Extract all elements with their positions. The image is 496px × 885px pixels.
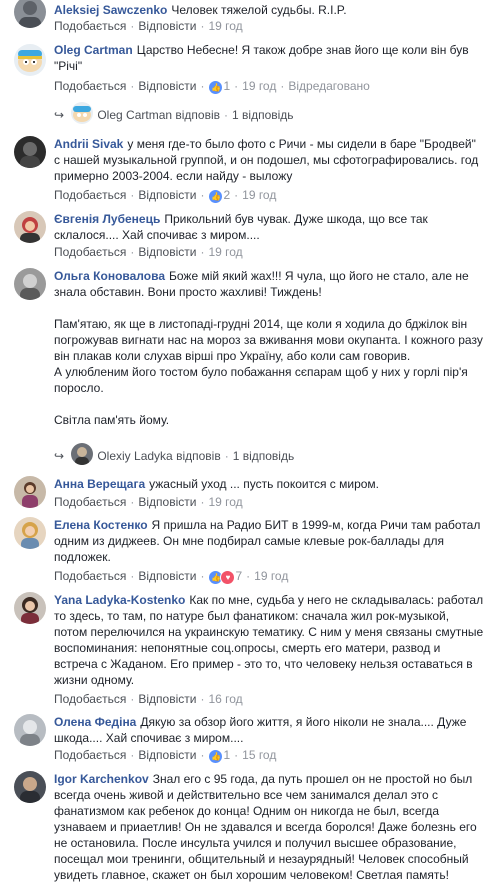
comment-actions: Подобається · Відповісти · 👍 1 · 15 год: [54, 748, 277, 764]
like-button[interactable]: Подобається: [54, 569, 126, 583]
avatar[interactable]: [14, 592, 46, 624]
replies-toggle[interactable]: ↪ Olexiy Ladyka відповів · 1 відповідь: [54, 438, 295, 465]
comment-body: Елена Костенко Я пришла на Радио БИТ в 19…: [54, 517, 484, 565]
comment-text: ужасный уход ... пусть покоится с миром.: [149, 477, 380, 491]
avatar[interactable]: [14, 136, 46, 168]
reply-button[interactable]: Відповісти: [138, 748, 196, 762]
comment-body: Анна Верещага ужасный уход ... пусть поко…: [54, 476, 484, 492]
comment-author[interactable]: Oleg Cartman: [54, 43, 133, 57]
comment-time[interactable]: 19 год: [254, 569, 288, 583]
replied-label: відповів: [176, 449, 221, 463]
reply-button[interactable]: Відповісти: [138, 79, 196, 93]
reply-button[interactable]: Відповісти: [138, 692, 196, 706]
comment-author[interactable]: Анна Верещага: [54, 477, 145, 491]
avatar: [71, 102, 94, 124]
comment-actions: Подобається · Відповісти · 19 год: [54, 19, 243, 33]
reaction-count[interactable]: 2: [223, 188, 230, 202]
reaction-count[interactable]: 1: [223, 748, 230, 762]
comment-paragraph: А улюбленим його тостом було побажання с…: [54, 365, 468, 395]
comment-time[interactable]: 16 год: [208, 692, 242, 706]
avatar: [71, 443, 94, 465]
reply-author[interactable]: Olexiy Ladyka: [97, 449, 172, 463]
like-reaction-icon: 👍: [208, 748, 224, 764]
comment-author[interactable]: Олена Федіна: [54, 715, 136, 729]
comment-time[interactable]: 19 год: [208, 19, 242, 33]
comment-body: Yana Ladyka-Kostenko Как по мне, судьба у…: [54, 592, 484, 688]
avatar[interactable]: [14, 714, 46, 746]
replies-toggle[interactable]: ↪ Oleg Cartman відповів · 1 відповідь: [54, 97, 294, 124]
reactions[interactable]: 👍: [208, 748, 224, 764]
comment-body: Andrii Sivak у меня где-то было фото с Ри…: [54, 136, 484, 184]
comment-actions: Подобається · Відповісти · 👍 ♥ 7 · 19 год: [54, 569, 289, 585]
like-button[interactable]: Подобається: [54, 748, 126, 762]
comment-time[interactable]: 19 год: [208, 495, 242, 509]
like-reaction-icon: 👍: [208, 79, 224, 95]
like-button[interactable]: Подобається: [54, 19, 126, 33]
avatar[interactable]: [14, 211, 46, 243]
comment-author[interactable]: Елена Костенко: [54, 518, 148, 532]
avatar[interactable]: [14, 268, 46, 300]
comment-text: Как по мне, судьба у него не складывалас…: [54, 593, 484, 687]
comment-body: Олена Федіна Дякую за обзор його життя, я…: [54, 714, 484, 746]
reply-button[interactable]: Відповісти: [138, 188, 196, 202]
reply-count[interactable]: 1 відповідь: [232, 108, 294, 122]
comment-actions: Подобається · Відповісти · 19 год: [54, 245, 243, 259]
comment-author[interactable]: Igor Karchenkov: [54, 772, 149, 786]
reaction-count[interactable]: 7: [235, 569, 242, 583]
comment-author[interactable]: Andrii Sivak: [54, 137, 123, 151]
comment-time[interactable]: 19 год: [208, 245, 242, 259]
love-reaction-icon: ♥: [220, 569, 236, 585]
comment-time[interactable]: 19 год: [242, 79, 276, 93]
avatar[interactable]: [14, 0, 46, 28]
comment-body: Oleg Cartman Царство Небесне! Я також доб…: [54, 42, 484, 74]
avatar[interactable]: [14, 44, 46, 76]
reply-author[interactable]: Oleg Cartman: [97, 108, 172, 122]
comment-body: Ольга Коновалова Боже мій який жах!!! Я ч…: [54, 268, 484, 428]
avatar[interactable]: [14, 476, 46, 508]
like-button[interactable]: Подобається: [54, 79, 126, 93]
like-button[interactable]: Подобається: [54, 188, 126, 202]
reply-button[interactable]: Відповісти: [138, 495, 196, 509]
comment-actions: Подобається · Відповісти · 👍 1 · 19 год · Відреда…: [54, 79, 370, 95]
reply-count[interactable]: 1 відповідь: [233, 449, 295, 463]
like-button[interactable]: Подобається: [54, 692, 126, 706]
comment-actions: Подобається · Відповісти · 16 год: [54, 692, 243, 706]
comment-author[interactable]: Aleksiej Sawczenko: [54, 3, 167, 17]
comment-author[interactable]: Ольга Коновалова: [54, 269, 165, 283]
reactions[interactable]: 👍: [208, 79, 224, 95]
comment-paragraph: Пам'ятаю, як ще в листопаді-грудні 2014,…: [54, 317, 483, 363]
comment-text: Знал его с 95 года, да путь прошел он не…: [54, 772, 477, 882]
reaction-count[interactable]: 1: [223, 79, 230, 93]
reply-arrow-icon: ↪: [54, 108, 65, 122]
reply-button[interactable]: Відповісти: [138, 245, 196, 259]
comment-author[interactable]: Yana Ladyka-Kostenko: [54, 593, 185, 607]
reply-arrow-icon: ↪: [54, 449, 65, 463]
comment-body: Aleksiej Sawczenko Человек тяжелой судьбы…: [54, 2, 484, 18]
comment-paragraph: Світла пам'ять йому.: [54, 413, 170, 427]
reply-button[interactable]: Відповісти: [138, 569, 196, 583]
comment-author[interactable]: Євгенія Лубенець: [54, 212, 160, 226]
comment-body: Євгенія Лубенець Прикольний був чувак. Ду…: [54, 211, 484, 243]
avatar[interactable]: [14, 771, 46, 803]
comment-time[interactable]: 19 год: [242, 188, 276, 202]
reactions[interactable]: 👍 ♥: [208, 569, 236, 585]
like-button[interactable]: Подобається: [54, 245, 126, 259]
like-reaction-icon: 👍: [208, 188, 224, 204]
comment-time[interactable]: 15 год: [242, 748, 276, 762]
comment-body: Igor Karchenkov Знал его с 95 года, да пу…: [54, 771, 484, 883]
like-button[interactable]: Подобається: [54, 495, 126, 509]
reactions[interactable]: 👍: [208, 188, 224, 204]
comment-actions: Подобається · Відповісти · 19 год: [54, 495, 243, 509]
avatar[interactable]: [14, 517, 46, 549]
replied-label: відповів: [175, 108, 221, 122]
reply-button[interactable]: Відповісти: [138, 19, 196, 33]
edited-label[interactable]: Відредаговано: [288, 79, 369, 93]
comment-actions: Подобається · Відповісти · 👍 2 · 19 год: [54, 188, 277, 204]
comment-text: Человек тяжелой судьбы. R.I.P.: [171, 3, 347, 17]
